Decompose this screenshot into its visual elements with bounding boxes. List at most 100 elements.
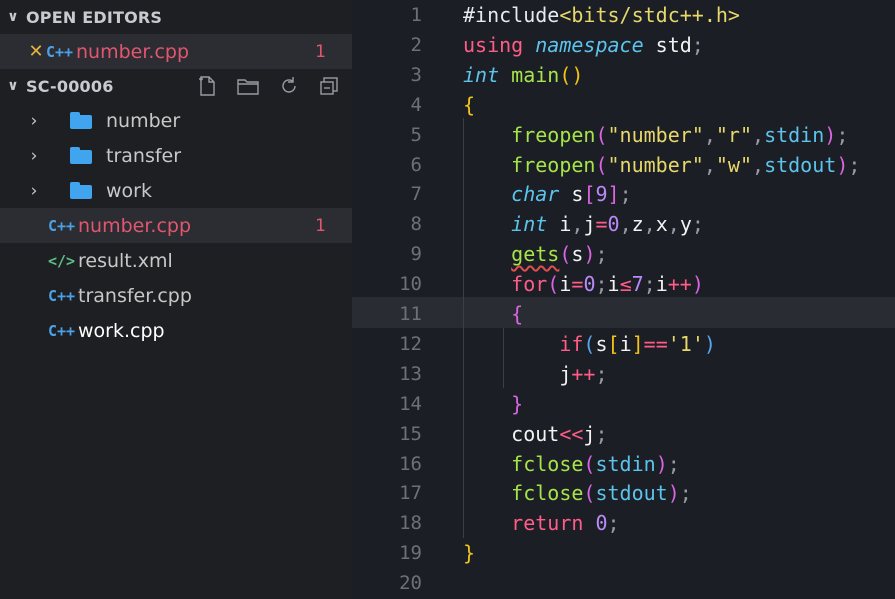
code-token: ) <box>836 152 849 177</box>
code-text: { <box>463 90 475 120</box>
code-line[interactable]: 19} <box>352 538 895 568</box>
code-text: cout<<j; <box>463 419 608 449</box>
code-token: for <box>511 272 548 297</box>
code-line[interactable]: 15 cout<<j; <box>352 419 895 449</box>
tree-file-number-cpp[interactable]: C++ number.cpp 1 <box>0 208 352 243</box>
code-line[interactable]: 4{ <box>352 90 895 120</box>
code-token: ( <box>583 481 596 506</box>
code-line[interactable]: 2 using namespace std; <box>352 30 895 60</box>
code-token: , <box>752 152 765 177</box>
line-number: 14 <box>399 392 422 415</box>
code-line[interactable]: 11 { <box>352 299 895 329</box>
tree-file-work-cpp[interactable]: C++ work.cpp <box>0 313 352 348</box>
code-token: } <box>463 541 476 566</box>
tree-folder-work[interactable]: › work <box>0 173 352 208</box>
code-line[interactable]: 5 freopen("number","r",stdin); <box>352 120 895 150</box>
code-token: ) <box>703 331 716 356</box>
code-editor[interactable]: 1 #include<bits/stdc++.h> 2 using namespace… <box>352 0 895 599</box>
code-token: ) <box>691 272 704 297</box>
code-token: ) <box>655 451 668 476</box>
code-token: == <box>643 331 668 356</box>
code-text: return 0; <box>463 508 620 538</box>
code-line[interactable]: 14 } <box>352 389 895 419</box>
chevron-right-icon: › <box>30 145 38 166</box>
new-file-icon[interactable] <box>196 75 218 97</box>
file-label: number.cpp <box>78 214 192 237</box>
code-token: ; <box>607 511 620 536</box>
code-line[interactable]: 3 int main() <box>352 60 895 90</box>
vscode-window: ∨ OPEN EDITORS ✕ C++ number.cpp 1 ∨ SC-0… <box>0 0 895 599</box>
code-token: , <box>752 122 765 147</box>
code-line[interactable]: 12 if(s[i]=='1') <box>352 329 895 359</box>
code-token: if <box>559 331 584 356</box>
code-token: [ <box>607 331 620 356</box>
tree-file-transfer-cpp[interactable]: C++ transfer.cpp <box>0 278 352 313</box>
code-line[interactable]: 17 fclose(stdout); <box>352 478 895 508</box>
code-token: i <box>619 331 632 356</box>
code-line[interactable]: 6 freopen("number","w",stdout); <box>352 150 895 180</box>
code-text: gets(s); <box>463 239 607 269</box>
code-token: ; <box>667 451 680 476</box>
code-token: 0 <box>607 212 620 237</box>
code-token: int <box>511 212 548 237</box>
code-token: ] <box>631 331 644 356</box>
code-text: using namespace std; <box>463 30 704 60</box>
code-token: , <box>619 212 632 237</box>
code-token: z <box>631 212 644 237</box>
code-token: , <box>667 212 680 237</box>
code-token: 9 <box>595 182 608 207</box>
code-token: () <box>559 62 584 87</box>
explorer-sidebar: ∨ OPEN EDITORS ✕ C++ number.cpp 1 ∨ SC-0… <box>0 0 352 599</box>
code-text: { <box>463 299 523 329</box>
code-token: stdin <box>595 451 656 476</box>
refresh-icon[interactable] <box>278 75 300 97</box>
code-token: fclose <box>511 481 584 506</box>
open-editor-item-number-cpp[interactable]: ✕ C++ number.cpp 1 <box>0 34 352 69</box>
code-line[interactable]: 9 gets(s); <box>352 239 895 269</box>
close-icon[interactable]: ✕ <box>26 41 46 62</box>
tree-folder-transfer[interactable]: › transfer <box>0 138 352 173</box>
tree-file-result-xml[interactable]: </> result.xml <box>0 243 352 278</box>
code-line[interactable]: 8 int i,j=0,z,x,y; <box>352 209 895 239</box>
code-token: ( <box>547 272 560 297</box>
folder-icon <box>70 182 94 199</box>
code-text: fclose(stdout); <box>463 478 692 508</box>
line-number: 5 <box>410 123 422 146</box>
collapse-all-icon[interactable] <box>318 75 340 97</box>
code-token: , <box>703 152 716 177</box>
code-token: = <box>595 212 608 237</box>
code-token: ; <box>643 272 656 297</box>
code-token: ; <box>691 212 704 237</box>
code-token: "w" <box>715 152 753 177</box>
code-token: gets <box>511 242 560 267</box>
line-number: 9 <box>410 243 422 266</box>
code-token: ( <box>583 331 596 356</box>
code-line[interactable]: 18 return 0; <box>352 508 895 538</box>
code-token: { <box>511 302 524 326</box>
chevron-right-icon: › <box>30 180 38 201</box>
code-token: i <box>655 272 668 297</box>
open-editors-header[interactable]: ∨ OPEN EDITORS <box>0 0 352 34</box>
cpp-file-icon: C++ <box>48 286 76 305</box>
new-folder-icon[interactable] <box>236 75 260 97</box>
chevron-down-icon: ∨ <box>7 78 19 94</box>
code-line[interactable]: 1 #include<bits/stdc++.h> <box>352 0 895 30</box>
tree-folder-number[interactable]: › number <box>0 103 352 138</box>
code-text: int i,j=0,z,x,y; <box>463 209 704 239</box>
project-header[interactable]: ∨ SC-00006 <box>0 69 352 103</box>
code-line[interactable]: 13 j++; <box>352 359 895 389</box>
code-line[interactable]: 7 char s[9]; <box>352 179 895 209</box>
code-line[interactable]: 16 fclose(stdin); <box>352 449 895 479</box>
code-token: ) <box>824 122 837 147</box>
code-text: } <box>463 538 475 568</box>
code-token: cout <box>463 421 560 446</box>
code-line[interactable]: 10 for(i=0;i≤7;i++) <box>352 269 895 299</box>
code-line[interactable]: 20 <box>352 568 895 598</box>
code-token: ; <box>595 421 608 446</box>
